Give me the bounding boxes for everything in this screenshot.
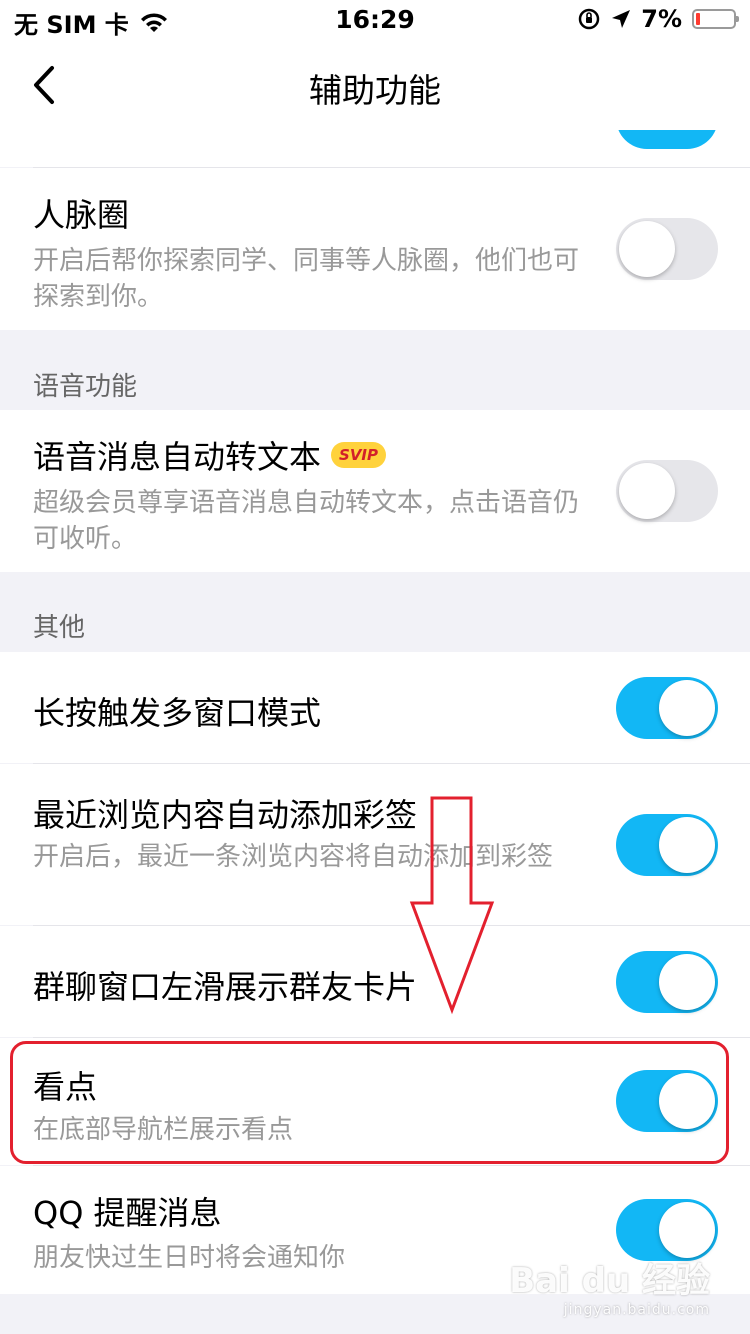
status-bar: 无 SIM 卡 16:29 7%: [0, 0, 750, 40]
toggle-knob: [659, 817, 715, 873]
orientation-lock-icon: [579, 8, 600, 30]
list-item-long-press-multiwindow: 长按触发多窗口模式: [0, 652, 750, 763]
svip-badge: SVIP: [331, 442, 387, 468]
voice-to-text-title: 语音消息自动转文本: [33, 438, 322, 476]
page-title: 辅助功能: [309, 71, 441, 110]
qq-reminder-title: QQ 提醒消息: [33, 1194, 222, 1232]
battery-level: [696, 13, 700, 25]
toggle-knob: [619, 463, 675, 519]
kandian-toggle[interactable]: [616, 1070, 718, 1132]
toggle-clipped[interactable]: [616, 130, 718, 149]
voice-to-text-desc: 超级会员尊享语音消息自动转文本，点击语音仍可收听。: [33, 488, 580, 554]
watermark-url: jingyan.baidu.com: [563, 1302, 710, 1318]
long-press-multiwindow-toggle[interactable]: [616, 677, 718, 739]
list-item-contacts-circle: 人脉圈 开启后帮你探索同学、同事等人脉圈，他们也可探索到你。: [0, 168, 750, 330]
contacts-circle-title: 人脉圈: [33, 196, 130, 234]
status-right: 7%: [567, 5, 739, 33]
nav-bar: 辅助功能: [0, 40, 750, 130]
toggle-knob: [659, 1202, 715, 1258]
group-swipe-card-title: 群聊窗口左滑展示群友卡片: [33, 968, 418, 1006]
long-press-multiwindow-title: 长按触发多窗口模式: [33, 694, 322, 732]
watermark-logo: Bai du 经验: [509, 1261, 710, 1301]
toggle-knob: [659, 680, 715, 736]
list-item-voice-to-text: 语音消息自动转文本 SVIP 超级会员尊享语音消息自动转文本，点击语音仍可收听。: [0, 410, 750, 572]
battery-icon: [692, 9, 739, 29]
section-header-other: 其他: [33, 613, 86, 643]
contacts-circle-desc: 开启后帮你探索同学、同事等人脉圈，他们也可探索到你。: [33, 246, 580, 312]
toggle-knob: [619, 221, 675, 277]
recent-browse-note-title: 最近浏览内容自动添加彩签: [33, 796, 418, 834]
kandian-title: 看点: [33, 1068, 98, 1106]
voice-to-text-toggle[interactable]: [616, 460, 718, 522]
voice-to-text-title-row: 语音消息自动转文本 SVIP: [33, 432, 387, 478]
list-item-kandian: 看点 在底部导航栏展示看点: [0, 1038, 750, 1165]
recent-browse-note-toggle[interactable]: [616, 814, 718, 876]
qq-reminder-desc: 朋友快过生日时将会通知你: [33, 1243, 346, 1273]
location-icon: [612, 10, 631, 28]
watermark: Bai du 经验 jingyan.baidu.com: [509, 1253, 710, 1318]
recent-browse-note-desc: 开启后，最近一条浏览内容将自动添加到彩签: [33, 842, 554, 872]
annotation-arrow-icon: [409, 796, 495, 1015]
contacts-circle-toggle[interactable]: [616, 218, 718, 280]
list-item-recent-browse-note: 最近浏览内容自动添加彩签 开启后，最近一条浏览内容将自动添加到彩签: [0, 764, 750, 925]
list-item-clipped: [0, 130, 750, 167]
section-header-voice: 语音功能: [33, 372, 138, 402]
group-swipe-card-toggle[interactable]: [616, 951, 718, 1013]
toggle-knob: [659, 1073, 715, 1129]
toggle-knob: [659, 954, 715, 1010]
list-item-group-swipe-card: 群聊窗口左滑展示群友卡片: [0, 926, 750, 1037]
kandian-desc: 在底部导航栏展示看点: [33, 1115, 294, 1145]
qq-reminder-toggle[interactable]: [616, 1199, 718, 1261]
battery-percent: 7%: [641, 5, 682, 33]
